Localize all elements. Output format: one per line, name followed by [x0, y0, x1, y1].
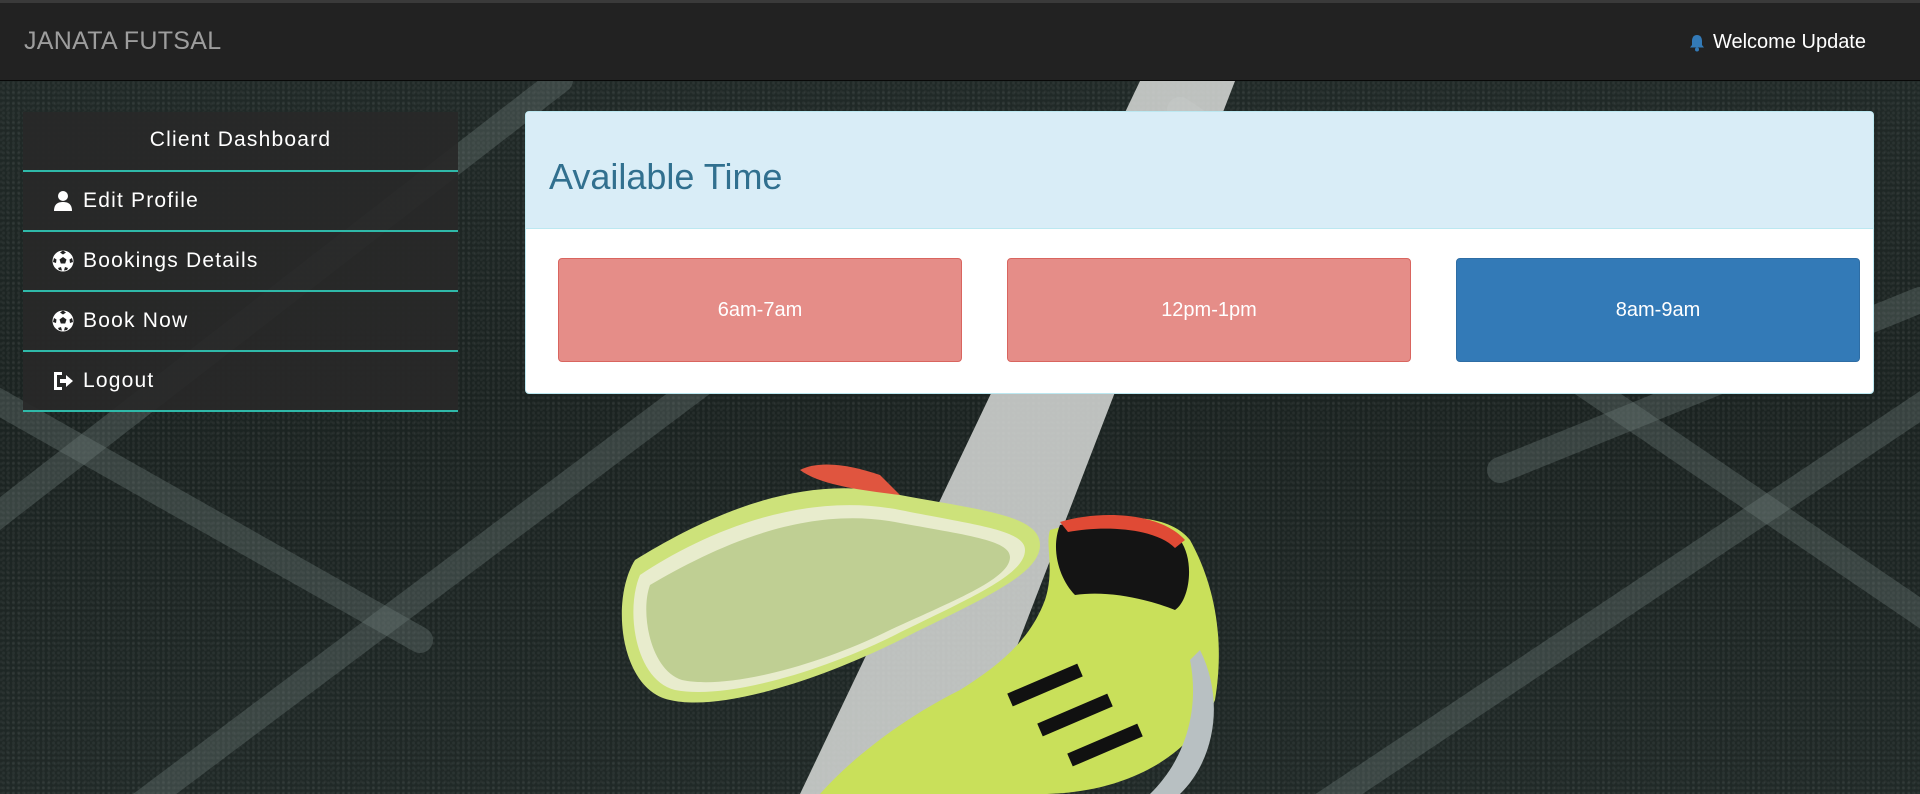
- user-icon: [51, 189, 75, 213]
- sidebar-item-bookings-details[interactable]: Bookings Details: [23, 232, 458, 292]
- bell-icon: [1687, 33, 1707, 53]
- welcome-update-label: Welcome Update: [1712, 31, 1866, 53]
- sign-out-icon: [51, 369, 75, 393]
- top-navbar: JANATA FUTSAL Welcome Update: [0, 0, 1920, 81]
- soccer-ball-icon: [51, 309, 75, 333]
- sidebar-item-label: Edit Profile: [83, 189, 199, 212]
- time-slot-button[interactable]: 6am-7am: [558, 258, 962, 362]
- panel-heading: Available Time: [526, 112, 1873, 229]
- soccer-ball-icon: [51, 249, 75, 273]
- available-time-panel: Available Time 6am-7am 12pm-1pm 8am-9am: [525, 111, 1874, 394]
- sidebar-item-label: Book Now: [83, 309, 189, 332]
- sidebar-item-logout[interactable]: Logout: [23, 352, 458, 412]
- time-slot-button[interactable]: 8am-9am: [1456, 258, 1860, 362]
- welcome-update-link[interactable]: Welcome Update: [1687, 31, 1866, 54]
- sidebar-item-book-now[interactable]: Book Now: [23, 292, 458, 352]
- sidebar-title: Client Dashboard: [23, 112, 458, 172]
- sidebar-item-label: Bookings Details: [83, 249, 259, 272]
- time-slot-button[interactable]: 12pm-1pm: [1007, 258, 1411, 362]
- panel-title: Available Time: [549, 156, 783, 197]
- client-sidebar: Client Dashboard Edit Profile Bookings D…: [23, 112, 458, 412]
- brand-logo[interactable]: JANATA FUTSAL: [24, 27, 221, 56]
- sidebar-item-edit-profile[interactable]: Edit Profile: [23, 172, 458, 232]
- sidebar-item-label: Logout: [83, 369, 155, 392]
